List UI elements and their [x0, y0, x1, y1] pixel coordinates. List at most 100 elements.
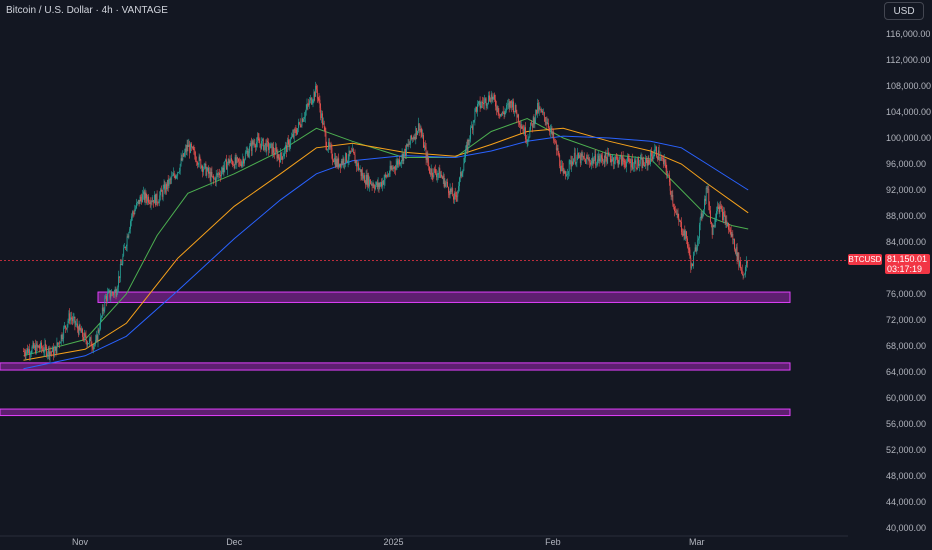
candle-body [382, 181, 383, 187]
candle-body [95, 340, 96, 345]
candle-body [32, 343, 34, 347]
candle-body [378, 183, 380, 188]
candle-body [257, 137, 259, 140]
candle-body [536, 109, 537, 114]
candle-body [475, 107, 477, 110]
candle-body [439, 168, 441, 178]
candle-body [472, 126, 473, 130]
candle-body [101, 316, 102, 318]
candle-body [653, 155, 655, 157]
candle-body [744, 273, 746, 275]
candle-body [460, 171, 461, 178]
candle-body [508, 103, 510, 108]
candle-body [657, 156, 658, 160]
candle-body [582, 156, 584, 157]
candle-body [711, 222, 712, 224]
currency-button[interactable]: USD [884, 2, 924, 20]
candle-body [670, 190, 672, 197]
candle-body [146, 198, 148, 202]
candle-body [650, 152, 651, 164]
candle-body [340, 163, 341, 168]
candle-body [388, 173, 390, 176]
candle-body [164, 184, 166, 193]
candle-body [533, 117, 535, 125]
y-tick-label: 108,000.00 [886, 81, 931, 91]
candle-body [745, 267, 746, 274]
price-chart[interactable]: 116,000.00 112,000.00 108,000.00 104,000.00… [0, 0, 932, 550]
candle-body [414, 137, 416, 139]
candle-body [399, 159, 400, 165]
candle-body [113, 291, 115, 295]
candle-body [343, 158, 345, 165]
candle-body [408, 143, 410, 145]
candle-body [117, 287, 119, 293]
candle-body [640, 158, 642, 159]
candle-body [393, 166, 394, 169]
candle-body [736, 247, 738, 261]
candle-body [394, 168, 396, 170]
candle-body [272, 147, 274, 154]
chart-title: Bitcoin / U.S. Dollar · 4h · VANTAGE [6, 5, 168, 16]
candle-body [534, 119, 536, 125]
candle-body [731, 233, 733, 237]
candle-body [609, 154, 610, 156]
candle-body [462, 170, 464, 174]
candle-body [231, 158, 232, 162]
candle-body [425, 147, 427, 160]
candle-body [432, 175, 434, 177]
candle-body [25, 351, 27, 356]
candle-body [379, 184, 381, 188]
candle-body [46, 346, 47, 356]
candle-body [474, 109, 476, 121]
candle-body [406, 144, 408, 147]
candle-body [413, 137, 415, 139]
candle-body [740, 261, 741, 269]
candle-body [574, 152, 576, 164]
candle-body [58, 342, 59, 345]
candle-body [246, 151, 248, 153]
candle-body [322, 113, 323, 125]
candle-body [723, 211, 725, 215]
candle-body [648, 159, 650, 161]
candle-body [464, 157, 465, 164]
candle-body [547, 123, 549, 125]
candle-body [681, 221, 682, 232]
candle-body [472, 121, 474, 130]
candle-body [515, 105, 517, 113]
candle-body [53, 350, 55, 357]
y-tick-label: 68,000.00 [886, 341, 926, 351]
candle-body [341, 161, 343, 164]
symbol-label: BTCUSD [848, 254, 882, 265]
candle-body [203, 164, 205, 169]
candle-body [511, 102, 513, 108]
candle-body [585, 158, 586, 164]
candle-body [86, 340, 88, 346]
candle-body [526, 140, 528, 142]
y-tick-label: 96,000.00 [886, 159, 926, 169]
candle-body [259, 142, 261, 144]
candle-body [345, 153, 346, 164]
candle-body [261, 141, 262, 149]
candle-body [441, 174, 442, 177]
candle-body [130, 221, 131, 229]
candle-body [153, 200, 155, 204]
candle-body [372, 184, 374, 186]
candle-body [357, 163, 358, 167]
candle-body [477, 103, 478, 112]
candle-body [278, 154, 280, 158]
candle-body [119, 264, 121, 278]
candle-body [222, 168, 224, 173]
candle-body [232, 161, 233, 165]
candle-body [730, 229, 732, 237]
candle-body [44, 343, 46, 352]
candle-body [79, 324, 81, 330]
candle-body [665, 162, 667, 169]
candle-body [266, 140, 268, 152]
candle-body [507, 104, 508, 106]
candle-body [516, 112, 518, 118]
candle-body [36, 343, 38, 347]
candle-body [738, 252, 740, 267]
candle-body [45, 343, 47, 347]
price-box: 81,150.01 03:17:19 [885, 254, 930, 274]
candle-body [502, 111, 504, 113]
